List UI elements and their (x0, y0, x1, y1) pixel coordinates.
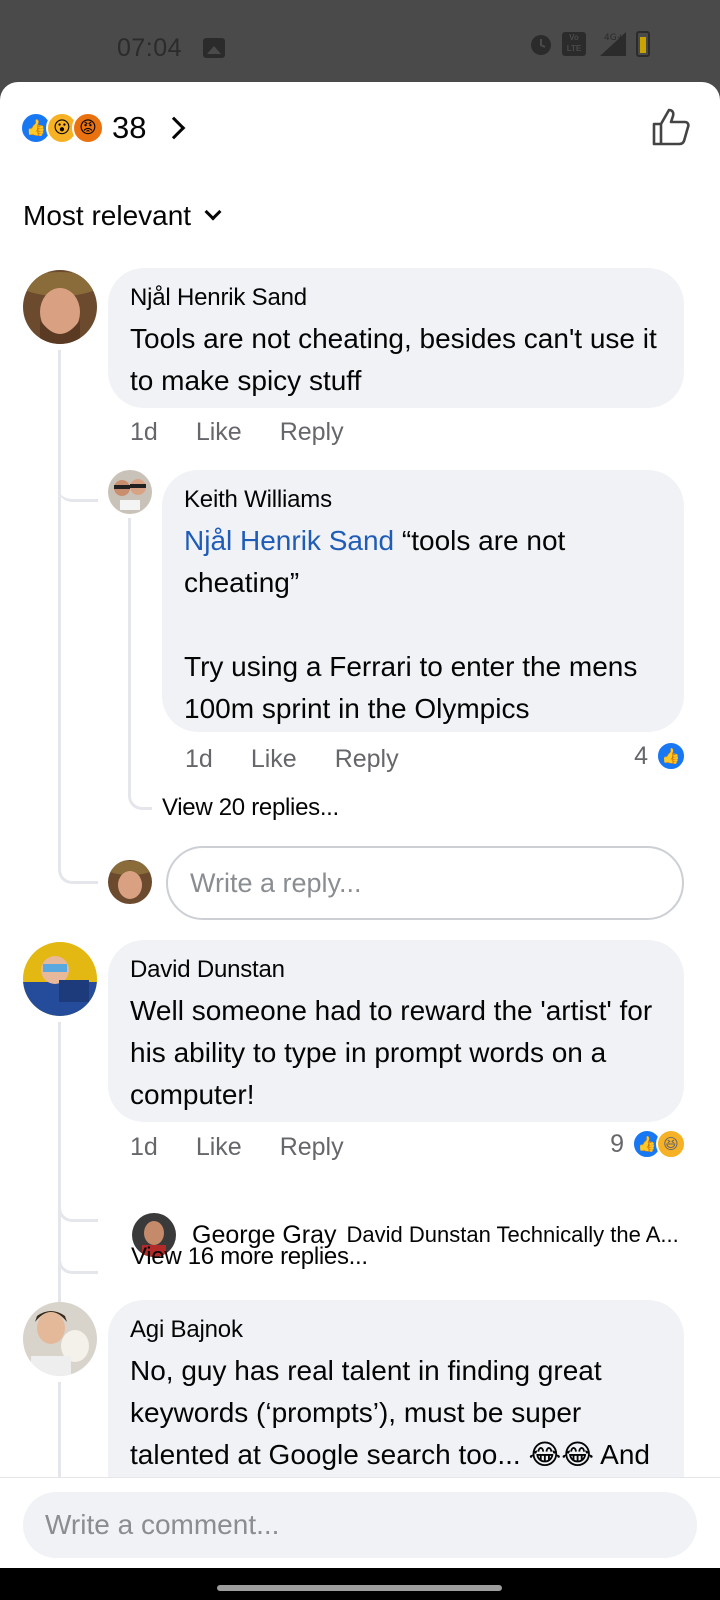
reply-thread-line (128, 518, 131, 790)
comment-author[interactable]: Njål Henrik Sand (130, 284, 662, 312)
angry-reaction-icon: 😡 (72, 112, 104, 144)
reply-actions: 1d Like Reply (185, 745, 437, 774)
comment-text: No, guy has real talent in finding great… (130, 1355, 650, 1470)
comment-bubble[interactable]: Njål Henrik Sand Tools are not cheating,… (108, 268, 684, 408)
reactions-summary[interactable]: 👍 😮 😡 38 (20, 108, 186, 148)
reply-thread-connector (128, 780, 152, 810)
svg-text:4G+: 4G+ (604, 33, 624, 43)
thread-line (58, 1022, 61, 1344)
status-icons: Vo LTE 4G+ (528, 30, 650, 58)
view-replies-link[interactable]: View 20 replies... (162, 794, 339, 822)
reply-like-link[interactable]: Like (251, 745, 297, 774)
status-time: 07:04 (117, 34, 183, 62)
reply-reaction-count[interactable]: 4 👍 (634, 741, 686, 771)
reply-author[interactable]: Keith Williams (184, 486, 662, 514)
reply-text-line2: Try using a Ferrari to enter the mens 10… (184, 651, 638, 724)
volte-icon: Vo LTE (562, 32, 586, 56)
comment-bubble[interactable]: David Dunstan Well someone had to reward… (108, 940, 684, 1122)
avatar-keith[interactable] (108, 470, 152, 514)
comment-input[interactable]: Write a comment... (23, 1492, 697, 1558)
comment-time: 1d (130, 1133, 158, 1161)
home-gesture-handle[interactable] (217, 1585, 502, 1591)
avatar-agi[interactable] (23, 1302, 97, 1376)
like-link[interactable]: Like (196, 1133, 242, 1162)
like-link[interactable]: Like (196, 418, 242, 447)
battery-icon (636, 31, 650, 57)
comment-reaction-count[interactable]: 9 👍 😆 (610, 1129, 686, 1159)
comments-sheet: 👍 😮 😡 38 Most relevant Njål Henrik Sand … (0, 82, 720, 1568)
like-button[interactable] (650, 106, 692, 148)
reply-reply-link[interactable]: Reply (335, 745, 399, 774)
reply-text: Njål Henrik Sand “tools are not cheating… (184, 520, 662, 730)
avatar-current-user (108, 860, 152, 904)
avatar-njal[interactable] (23, 270, 97, 344)
comment-text: Tools are not cheating, besides can't us… (130, 323, 657, 396)
reply-input[interactable]: Write a reply... (166, 846, 684, 920)
reply-time: 1d (185, 745, 213, 773)
reply-link[interactable]: Reply (280, 418, 344, 447)
mention-link[interactable]: Njål Henrik Sand (184, 525, 394, 556)
thread-connector (58, 472, 98, 502)
thread-connector (58, 1246, 98, 1274)
comment-reaction-number: 9 (610, 1129, 624, 1158)
chevron-down-icon (204, 203, 222, 221)
chevron-right-icon (163, 116, 186, 140)
system-nav-bar (0, 1568, 720, 1600)
reply-link[interactable]: Reply (280, 1133, 344, 1162)
signal-icon: 4G+ (600, 32, 626, 56)
reaction-count: 38 (112, 110, 147, 145)
thread-connector (58, 862, 98, 884)
sort-label: Most relevant (23, 200, 192, 231)
avatar-david[interactable] (23, 942, 97, 1016)
reply-preview-text: David Dunstan Technically the A... (346, 1222, 679, 1247)
status-bar: 07:04 Vo LTE 4G+ (0, 0, 720, 82)
comment-actions: 1d Like Reply (130, 1133, 382, 1162)
gallery-notification-icon (203, 38, 225, 58)
view-more-replies-link[interactable]: View 16 more replies... (131, 1243, 368, 1271)
comment-text: Well someone had to reward the 'artist' … (130, 995, 653, 1110)
like-reaction-icon: 👍 (656, 741, 686, 771)
thread-line (58, 350, 61, 870)
thread-connector (58, 1194, 98, 1222)
comment-actions: 1d Like Reply (130, 418, 382, 447)
comment-time: 1d (130, 418, 158, 446)
alarm-icon (531, 35, 551, 55)
sort-dropdown[interactable]: Most relevant (23, 200, 222, 232)
reply-bubble[interactable]: Keith Williams Njål Henrik Sand “tools a… (162, 470, 684, 732)
thread-line (58, 1382, 61, 1482)
reply-reaction-number: 4 (634, 741, 648, 770)
haha-reaction-icon: 😆 (656, 1129, 686, 1159)
comment-composer: Write a comment... (0, 1477, 720, 1568)
comment-author[interactable]: David Dunstan (130, 956, 662, 984)
comment-author[interactable]: Agi Bajnok (130, 1316, 662, 1344)
